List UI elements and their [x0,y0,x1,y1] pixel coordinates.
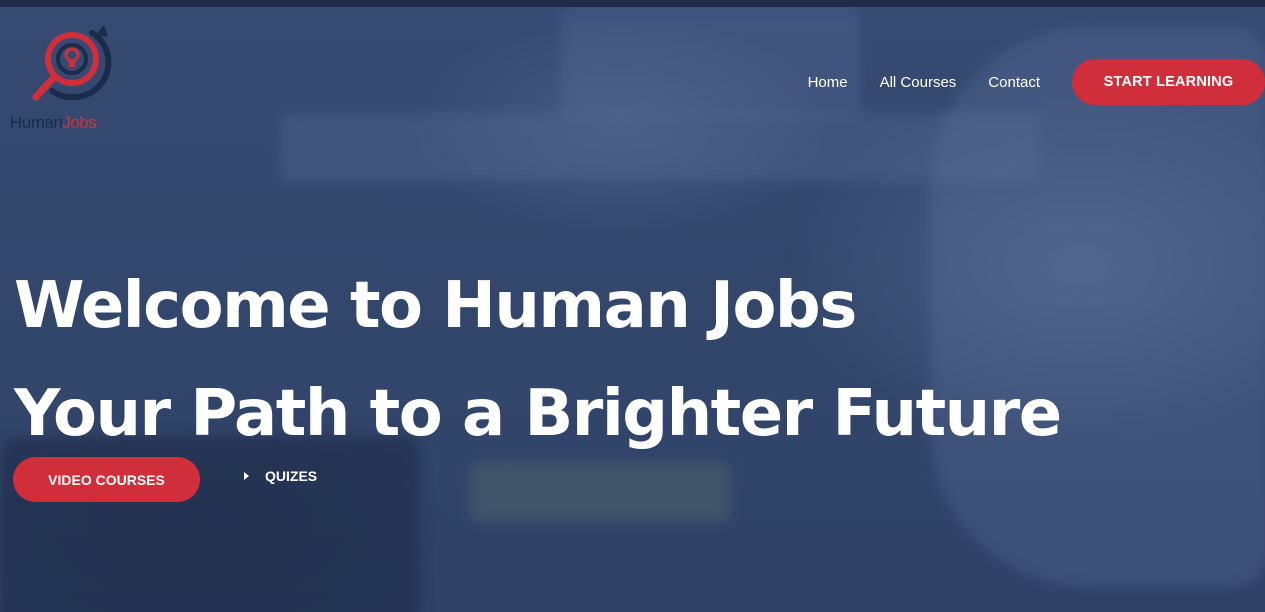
logo-icon [32,25,112,101]
quizes-link-label: QUIZES [265,468,318,484]
nav-all-courses[interactable]: All Courses [880,74,957,91]
background-desk [280,112,1040,182]
background-paper [470,462,730,522]
caret-right-icon [244,472,249,480]
top-strip [0,0,1265,7]
quizes-link[interactable]: QUIZES [244,468,317,484]
hero-title-line2: Your Path to a Brighter Future [14,377,1062,451]
hero-section: HumanJobs Home All Courses Contact START… [0,7,1265,612]
hero-title-line1: Welcome to Human Jobs [14,269,857,343]
nav-home[interactable]: Home [808,74,848,91]
site-logo[interactable]: HumanJobs [10,21,140,133]
video-courses-button[interactable]: VIDEO COURSES [13,457,200,502]
nav-contact[interactable]: Contact [988,74,1040,91]
logo-wordmark: HumanJobs [10,113,97,133]
logo-word-jobs: Jobs [62,113,97,132]
main-nav: Home All Courses Contact START LEARNING [808,59,1265,105]
logo-word-human: Human [10,113,63,132]
start-learning-button[interactable]: START LEARNING [1072,59,1265,105]
hero-title: Welcome to Human Jobs Your Path to a Bri… [14,252,1062,468]
